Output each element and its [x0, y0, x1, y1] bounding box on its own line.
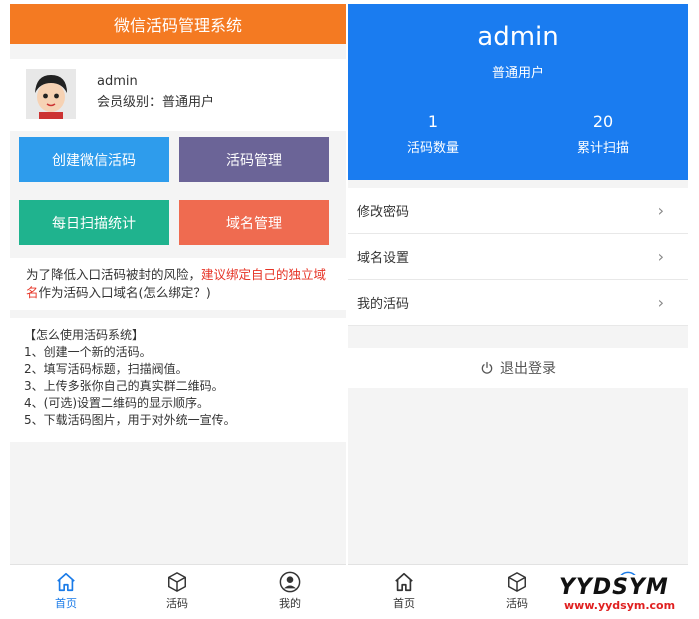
usage-guide-title: 【怎么使用活码系统】 — [24, 328, 145, 342]
home-icon — [395, 572, 413, 592]
code-count-label: 活码数量 — [406, 141, 459, 156]
user-icon — [279, 571, 301, 593]
tab-home-label: 首页 — [393, 597, 415, 610]
home-screen: 微信活码管理系统 admin 会员级别：普通用户 创建微信活码 活码管理 每日扫… — [10, 4, 346, 615]
menu-item-label: 我的活码 — [357, 297, 410, 312]
home-icon — [57, 572, 75, 592]
tab-home-label: 首页 — [55, 597, 77, 610]
usage-step: 5、下载活码图片，用于对外统一宣传。 — [24, 413, 236, 427]
bottom-tab-bar: 首页 活码 我的 — [10, 564, 346, 615]
profile-role: 普通用户 — [491, 66, 544, 81]
chevron-right-icon: › — [657, 293, 664, 312]
power-icon — [481, 361, 493, 374]
profile-header: admin 普通用户 1 活码数量 20 累计扫描 — [348, 4, 688, 180]
code-management-button[interactable]: 活码管理 — [179, 137, 329, 182]
domain-management-button[interactable]: 域名管理 — [179, 200, 329, 245]
watermark-url: www.yydsym.com — [564, 599, 676, 612]
usage-step: 3、上传多张你自己的真实群二维码。 — [24, 379, 224, 393]
tab-home[interactable]: 首页 — [36, 571, 96, 611]
watermark-logo: YYDSYM www.yydsym.com — [556, 575, 698, 615]
app-title: 微信活码管理系统 — [113, 16, 242, 35]
domain-notice: 为了降低入口活码被封的风险，建议绑定自己的独立域名作为活码入口域名(怎么绑定？) — [10, 258, 346, 310]
tab-mine[interactable]: 我的 — [260, 571, 320, 611]
menu-item-label: 域名设置 — [357, 251, 410, 266]
cube-icon — [508, 572, 526, 592]
menu-domain-settings[interactable]: 域名设置 › — [348, 234, 688, 280]
menu-my-codes[interactable]: 我的活码 › — [348, 280, 688, 326]
profile-screen: admin 普通用户 1 活码数量 20 累计扫描 修改密码 › 域名设置 › … — [348, 4, 688, 615]
total-scans-value: 20 — [592, 112, 614, 131]
tab-codes[interactable]: 活码 — [487, 571, 547, 611]
code-count-value: 1 — [427, 112, 439, 131]
avatar — [26, 69, 76, 119]
avatar-image — [26, 69, 76, 119]
menu-item-label: 修改密码 — [357, 205, 410, 220]
profile-username: admin — [477, 22, 559, 52]
daily-scan-stats-label: 每日扫描统计 — [52, 215, 136, 232]
chevron-right-icon: › — [657, 247, 664, 266]
tab-codes[interactable]: 活码 — [147, 571, 207, 611]
tab-mine-label: 我的 — [279, 597, 301, 610]
settings-menu: 修改密码 › 域名设置 › 我的活码 › — [348, 188, 688, 326]
logout-button[interactable]: 退出登录 — [348, 348, 688, 388]
notice-help-link[interactable]: 作为活码入口域名(怎么绑定？) — [39, 285, 211, 300]
total-scans-label: 累计扫描 — [576, 141, 629, 156]
profile-card: admin 会员级别：普通用户 — [10, 59, 346, 131]
code-management-label: 活码管理 — [226, 152, 282, 169]
tab-home[interactable]: 首页 — [374, 571, 434, 611]
notice-text: 为了降低入口活码被封的风险， — [26, 267, 202, 282]
cube-icon — [168, 572, 186, 592]
domain-management-label: 域名管理 — [226, 215, 282, 232]
create-code-label: 创建微信活码 — [52, 152, 136, 169]
watermark-brand: YYDSYM — [559, 575, 669, 600]
logout-label: 退出登录 — [500, 361, 556, 377]
usage-step: 4、(可选)设置二维码的显示顺序。 — [24, 396, 209, 410]
app-header: 微信活码管理系统 — [10, 4, 346, 44]
usage-step: 1、创建一个新的活码。 — [24, 345, 152, 359]
tab-codes-label: 活码 — [506, 597, 528, 610]
menu-change-password[interactable]: 修改密码 › — [348, 188, 688, 234]
usage-step: 2、填写活码标题，扫描阀值。 — [24, 362, 188, 376]
chevron-right-icon: › — [657, 201, 664, 220]
profile-level: 会员级别：普通用户 — [97, 95, 215, 110]
usage-guide: 【怎么使用活码系统】 1、创建一个新的活码。 2、填写活码标题，扫描阀值。 3、… — [10, 318, 346, 442]
create-code-button[interactable]: 创建微信活码 — [19, 137, 169, 182]
tab-codes-label: 活码 — [166, 597, 188, 610]
daily-scan-stats-button[interactable]: 每日扫描统计 — [19, 200, 169, 245]
profile-name: admin — [97, 74, 138, 89]
